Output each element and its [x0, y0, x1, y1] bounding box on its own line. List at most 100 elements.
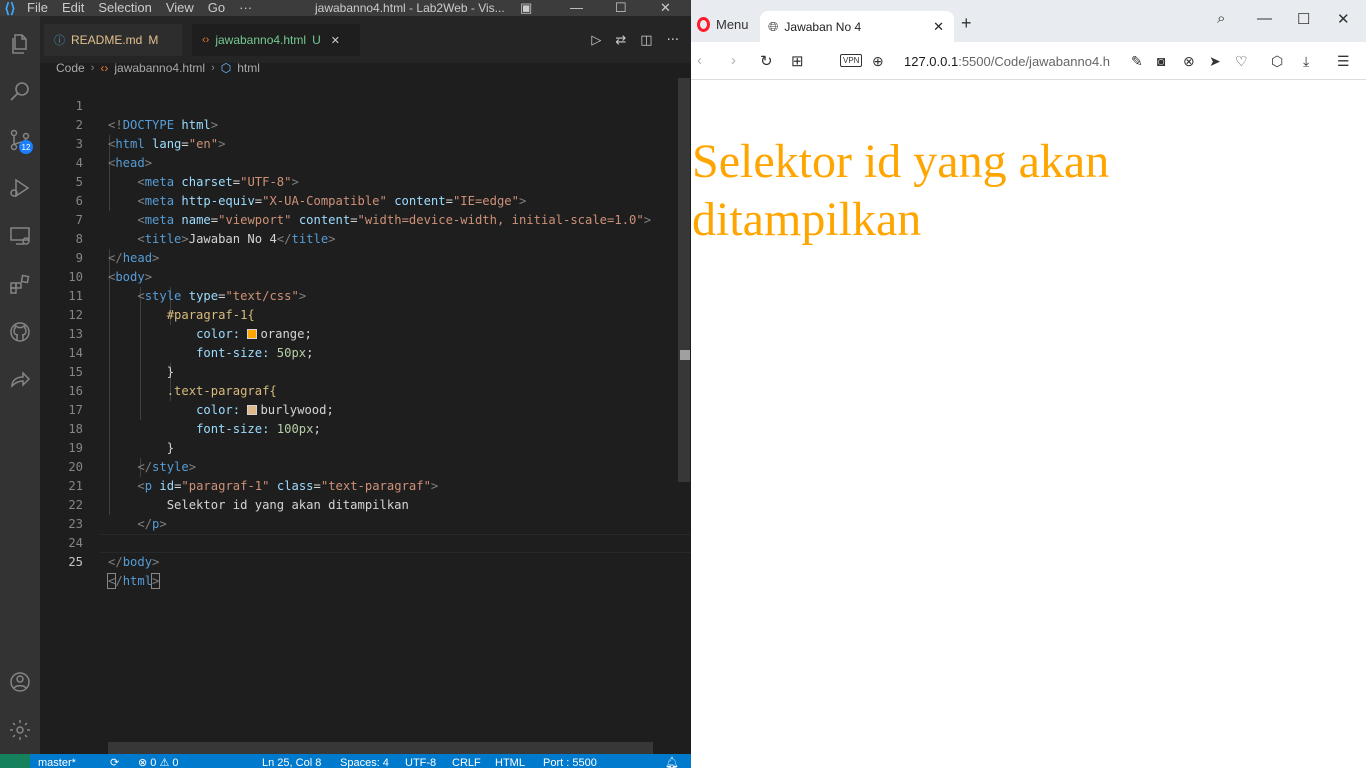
indentation-indicator[interactable]: Spaces: 4 — [340, 754, 389, 768]
close-window-icon[interactable]: ✕ — [660, 0, 671, 16]
menu-view[interactable]: View — [159, 0, 201, 16]
code-line: 15 .text-paragraf{ — [40, 344, 691, 398]
settings-gear-icon[interactable] — [4, 714, 36, 746]
site-info-globe-icon[interactable]: ⊕ — [872, 53, 884, 70]
menu-go[interactable]: Go — [201, 0, 232, 16]
activity-bar: 12 — [0, 16, 40, 754]
code-line: 3 <head> — [40, 116, 691, 170]
language-mode[interactable]: HTML — [495, 754, 525, 768]
ad-blocker-icon[interactable]: ⊗ — [1183, 53, 1195, 70]
github-icon[interactable] — [4, 316, 36, 348]
breadcrumb: Code › ‹› jawabanno4.html › ⬡ html — [40, 59, 691, 77]
code-line: 5 <meta http-equiv="X-UA-Compatible" con… — [40, 154, 691, 208]
source-control-badge: 12 — [19, 140, 33, 154]
split-editor-icon[interactable]: ◫ — [640, 33, 652, 48]
browser-tab-bar: Menu 🌐︎ Jawaban No 4 ✕ + ⌕ — ☐ ✕ — [691, 0, 1366, 42]
html-file-icon: ‹› — [100, 61, 109, 75]
encoding-indicator[interactable]: UTF-8 — [405, 754, 436, 768]
tab-status: U — [312, 33, 321, 47]
code-line: 2 <html lang="en"> — [40, 97, 691, 151]
speed-dial-icon[interactable]: ⊞ — [791, 52, 804, 70]
back-icon[interactable]: ‹ — [697, 52, 702, 69]
cursor-position[interactable]: Ln 25, Col 8 — [262, 754, 321, 768]
source-control-icon[interactable]: 12 — [4, 124, 36, 156]
breadcrumb-file[interactable]: jawabanno4.html — [114, 61, 205, 75]
browser-window: Menu 🌐︎ Jawaban No 4 ✕ + ⌕ — ☐ ✕ ‹ › ↻ ⊞… — [691, 0, 1366, 768]
extensions-cube-icon[interactable]: ⬡ — [1271, 53, 1283, 70]
maximize-icon[interactable]: ☐ — [1297, 10, 1310, 28]
extensions-icon[interactable] — [4, 268, 36, 300]
minimize-icon[interactable]: — — [1257, 10, 1272, 27]
paragraph-paragraf-1: Selektor id yang akan ditampilkan — [692, 135, 1110, 246]
vertical-scrollbar[interactable] — [678, 78, 690, 482]
status-bar: master* ⟳ ⊗ 0 ⚠ 0 Ln 25, Col 8 Spaces: 4… — [0, 754, 691, 768]
menu-selection[interactable]: Selection — [91, 0, 158, 16]
tab-jawabanno4[interactable]: ‹› jawabanno4.html U ✕ — [192, 24, 360, 56]
url-host: 127.0.0.1 — [904, 54, 959, 69]
vscode-window: ⟨⟩ File Edit Selection View Go ··· jawab… — [0, 0, 691, 768]
easy-setup-icon[interactable]: ☰ — [1337, 53, 1350, 70]
run-icon[interactable]: ▷ — [591, 33, 601, 48]
code-line: 16 color: burlywood; — [40, 363, 691, 417]
more-actions-icon[interactable]: ··· — [667, 33, 679, 48]
compare-changes-icon[interactable]: ⇄ — [615, 33, 626, 48]
snapshot-camera-icon[interactable]: ◙ — [1157, 53, 1165, 69]
search-tabs-icon[interactable]: ⌕ — [1217, 10, 1225, 27]
problems-indicator[interactable]: ⊗ 0 ⚠ 0 — [138, 754, 178, 768]
branch-indicator[interactable]: master* — [38, 754, 76, 768]
code-line: 4 <meta charset="UTF-8"> — [40, 135, 691, 189]
rendered-page: Selektor id yang akan ditampilkan — [691, 81, 1366, 768]
reload-icon[interactable]: ↻ — [760, 52, 773, 70]
menu-more[interactable]: ··· — [232, 0, 259, 16]
code-line: 1 <!DOCTYPE html> — [40, 78, 691, 132]
code-line: 18 } — [40, 401, 691, 455]
minimize-icon[interactable]: — — [570, 0, 583, 16]
breadcrumb-folder[interactable]: Code — [56, 61, 85, 75]
search-icon[interactable] — [4, 76, 36, 108]
opera-logo-icon — [697, 17, 710, 32]
explorer-icon[interactable] — [4, 28, 36, 60]
code-line: 17 font-size: 100px; — [40, 382, 691, 436]
breadcrumb-symbol[interactable]: html — [237, 61, 260, 75]
vpn-badge[interactable]: VPN — [840, 54, 863, 67]
tab-readme[interactable]: ⓘ README.md M — [44, 24, 182, 56]
account-icon[interactable] — [4, 666, 36, 698]
menu-edit[interactable]: Edit — [55, 0, 91, 16]
menu-file[interactable]: File — [20, 0, 55, 16]
new-tab-icon[interactable]: + — [961, 13, 972, 34]
code-line: 7 <title>Jawaban No 4</title> — [40, 192, 691, 246]
url-path: :5500/Code/jawabanno4.h — [958, 54, 1111, 69]
code-line: 21 Selektor id yang akan ditampilkan — [40, 458, 691, 512]
forward-icon[interactable]: › — [731, 52, 736, 69]
download-icon[interactable]: ⤓ — [1303, 53, 1309, 70]
code-line: 13 font-size: 50px; — [40, 306, 691, 360]
code-line: 25 </html> — [40, 534, 691, 589]
live-server-port[interactable]: Port : 5500 — [543, 754, 597, 768]
title-bar: ⟨⟩ File Edit Selection View Go ··· jawab… — [0, 0, 691, 16]
browser-tab[interactable]: 🌐︎ Jawaban No 4 ✕ — [760, 11, 954, 42]
remote-indicator-icon[interactable] — [0, 754, 30, 768]
browser-tab-title: Jawaban No 4 — [784, 19, 862, 34]
notifications-icon[interactable]: 🔔︎ — [665, 754, 679, 768]
layout-icon[interactable]: ▣ — [520, 0, 532, 16]
code-editor[interactable]: 1 <!DOCTYPE html> 2 <html lang="en"> 3 <… — [40, 78, 691, 754]
eol-indicator[interactable]: CRLF — [452, 754, 481, 768]
live-share-icon[interactable] — [4, 364, 36, 396]
sync-icon[interactable]: ⟳ — [110, 754, 119, 768]
code-line: 8 </head> — [40, 211, 691, 265]
close-tab-icon[interactable]: ✕ — [933, 19, 944, 35]
code-line: 10 <style type="text/css"> — [40, 249, 691, 303]
edit-icon[interactable]: ✎ — [1131, 53, 1143, 70]
close-tab-icon[interactable]: ✕ — [331, 34, 340, 47]
opera-menu-button[interactable]: Menu — [697, 17, 749, 32]
remote-explorer-icon[interactable] — [4, 220, 36, 252]
close-window-icon[interactable]: ✕ — [1337, 10, 1350, 28]
menu-label: Menu — [716, 17, 749, 32]
maximize-icon[interactable]: ☐ — [615, 0, 627, 16]
address-bar-row: ‹ › ↻ ⊞ VPN ⊕ 127.0.0.1:5500/Code/jawaba… — [691, 42, 1366, 80]
url-field[interactable]: 127.0.0.1:5500/Code/jawabanno4.h — [904, 54, 1120, 69]
horizontal-scrollbar[interactable] — [108, 742, 653, 754]
bookmark-heart-icon[interactable]: ♡ — [1235, 53, 1248, 70]
send-icon[interactable]: ➤ — [1209, 53, 1221, 70]
run-debug-icon[interactable] — [4, 172, 36, 204]
